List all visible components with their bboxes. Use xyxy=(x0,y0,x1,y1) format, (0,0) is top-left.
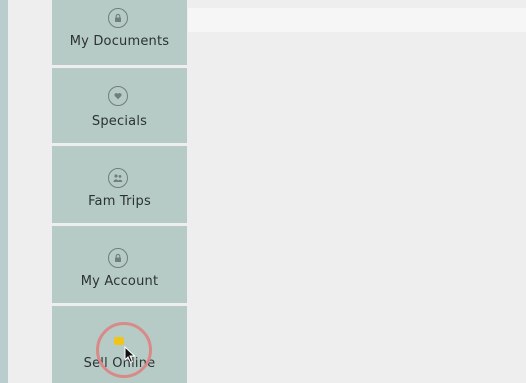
heart-icon xyxy=(108,86,128,106)
sidebar-item-label: Fam Trips xyxy=(88,194,151,209)
sidebar-item-my-account[interactable]: My Account xyxy=(52,230,187,306)
lock-icon xyxy=(108,248,128,268)
people-icon xyxy=(108,168,128,188)
sidebar-item-label: My Documents xyxy=(69,34,170,49)
sidebar-item-label: Specials xyxy=(91,114,148,129)
sidebar-item-fam-trips[interactable]: Fam Trips xyxy=(52,150,187,226)
sidebar-item-specials[interactable]: Specials xyxy=(52,70,187,146)
sidebar-item-label: My Account xyxy=(80,274,159,289)
sidebar-item-my-documents[interactable]: My Documents xyxy=(52,0,187,68)
top-bar xyxy=(188,8,526,32)
lock-icon xyxy=(108,8,128,28)
mouse-cursor-icon xyxy=(124,346,136,364)
